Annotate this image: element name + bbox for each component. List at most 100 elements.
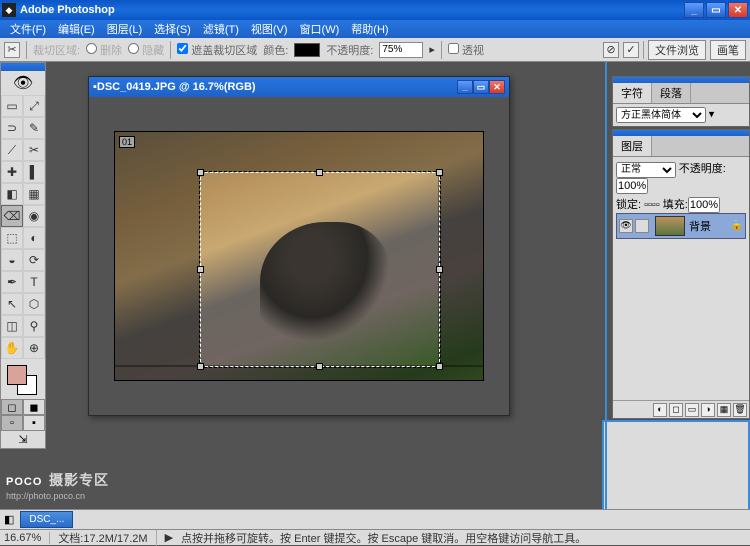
opacity-input[interactable] [379, 42, 423, 58]
tool-4[interactable]: ⟋ [1, 139, 23, 161]
crop-handle-ml[interactable] [197, 266, 204, 273]
document-bar: ◧ DSC_... [0, 509, 750, 529]
tool-2[interactable]: ⊃ [1, 117, 23, 139]
adjustment-icon[interactable]: ◑ [701, 403, 715, 417]
tool-16[interactable]: ✒ [1, 271, 23, 293]
app-title: Adobe Photoshop [20, 4, 684, 16]
menu-file[interactable]: 文件(F) [4, 21, 52, 37]
layer-mask-icon[interactable]: ◻ [669, 403, 683, 417]
cancel-icon[interactable]: ⊘ [603, 42, 619, 58]
minimize-button[interactable]: _ [684, 2, 704, 18]
app-titlebar: ◆ Adobe Photoshop _ ▭ ✕ [0, 0, 750, 20]
image-titlebar[interactable]: ▪ DSC_0419.JPG @ 16.7%(RGB) _ ▭ ✕ [89, 77, 509, 97]
adobe-eye-icon: 👁 [13, 73, 33, 93]
delete-layer-icon[interactable]: 🗑 [733, 403, 747, 417]
crop-shield [115, 132, 483, 172]
tool-6[interactable]: ✚ [1, 161, 23, 183]
tool-13[interactable]: ◐ [23, 227, 45, 249]
tool-9[interactable]: ▦ [23, 183, 45, 205]
img-close-button[interactable]: ✕ [489, 80, 505, 94]
color-swatches[interactable] [1, 359, 45, 399]
fill-input[interactable] [688, 197, 720, 213]
tool-12[interactable]: ⬚ [1, 227, 23, 249]
canvas-area[interactable]: 01 [89, 97, 509, 415]
screen-mode-2[interactable]: ▪ [23, 415, 45, 431]
close-button[interactable]: ✕ [728, 2, 748, 18]
img-minimize-button[interactable]: _ [457, 80, 473, 94]
tool-3[interactable]: ✎ [23, 117, 45, 139]
maximize-button[interactable]: ▭ [706, 2, 726, 18]
tool-17[interactable]: T [23, 271, 45, 293]
crop-handle-tl[interactable] [197, 169, 204, 176]
menu-layer[interactable]: 图层(L) [101, 21, 148, 37]
status-arrow-icon[interactable]: ▶ [165, 531, 173, 544]
tool-21[interactable]: ⚲ [23, 315, 45, 337]
crop-handle-tr[interactable] [436, 169, 443, 176]
tool-8[interactable]: ◧ [1, 183, 23, 205]
delete-radio[interactable] [86, 43, 97, 54]
panels-dock: 字符 段落 方正黑体简体 ▾ 图层 正常 不透明度: 锁定: ▫▫▫▫ 填充: … [612, 76, 750, 421]
font-style-dropdown[interactable]: ▾ [709, 109, 715, 121]
layer-style-icon[interactable]: ◐ [653, 403, 667, 417]
tool-19[interactable]: ⬡ [23, 293, 45, 315]
menu-bar: 文件(F) 编辑(E) 图层(L) 选择(S) 滤镜(T) 视图(V) 窗口(W… [0, 20, 750, 38]
new-set-icon[interactable]: ▭ [685, 403, 699, 417]
shield-checkbox[interactable] [177, 43, 188, 54]
opacity-dropdown-icon[interactable]: ▸ [429, 43, 435, 56]
tool-0[interactable]: ▭ [1, 95, 23, 117]
tool-15[interactable]: ⟳ [23, 249, 45, 271]
tool-20[interactable]: ◫ [1, 315, 23, 337]
window-controls: _ ▭ ✕ [684, 2, 748, 18]
layer-thumbnail[interactable] [655, 216, 685, 236]
foreground-color[interactable] [7, 365, 27, 385]
font-select[interactable]: 方正黑体简体 [616, 107, 706, 123]
tool-14[interactable]: ◒ [1, 249, 23, 271]
menu-edit[interactable]: 编辑(E) [52, 21, 101, 37]
tool-23[interactable]: ⊕ [23, 337, 45, 359]
menu-select[interactable]: 选择(S) [148, 21, 197, 37]
perspective-checkbox[interactable] [448, 43, 459, 54]
crop-handle-tm[interactable] [316, 169, 323, 176]
tool-10[interactable]: ⌫ [1, 205, 23, 227]
tool-11[interactable]: ◉ [23, 205, 45, 227]
brush-tab[interactable]: 画笔 [710, 40, 746, 60]
crop-marquee[interactable] [200, 172, 440, 367]
hide-radio[interactable] [128, 43, 139, 54]
layer-row-background[interactable]: 👁 背景 🔒 [616, 213, 746, 239]
blend-mode-select[interactable]: 正常 [616, 162, 676, 178]
quickmask-mode[interactable]: ◼ [23, 399, 45, 415]
crop-handle-bl[interactable] [197, 363, 204, 370]
crop-tool-icon: ✂ [4, 42, 20, 58]
tool-7[interactable]: ▌ [23, 161, 45, 183]
visibility-icon[interactable]: 👁 [619, 219, 633, 233]
crop-handle-mr[interactable] [436, 266, 443, 273]
img-maximize-button[interactable]: ▭ [473, 80, 489, 94]
menu-filter[interactable]: 滤镜(T) [197, 21, 245, 37]
menu-view[interactable]: 视图(V) [245, 21, 294, 37]
zoom-level[interactable]: 16.67% [4, 532, 50, 544]
standard-mode[interactable]: ◻ [1, 399, 23, 415]
layer-opacity-input[interactable] [616, 178, 648, 194]
document-tab[interactable]: DSC_... [20, 511, 73, 528]
tool-5[interactable]: ✂ [23, 139, 45, 161]
tool-22[interactable]: ✋ [1, 337, 23, 359]
tool-1[interactable]: ⤢ [23, 95, 45, 117]
doc-handle-icon[interactable]: ◧ [0, 513, 18, 526]
menu-help[interactable]: 帮助(H) [345, 21, 394, 37]
jump-to-icon[interactable]: ⇲ [1, 431, 45, 448]
char-tab[interactable]: 字符 [613, 83, 652, 103]
image-title: DSC_0419.JPG @ 16.7%(RGB) [97, 81, 457, 93]
tool-18[interactable]: ↖ [1, 293, 23, 315]
link-icon[interactable] [635, 219, 649, 233]
photo-content: 01 [114, 131, 484, 381]
screen-mode-1[interactable]: ▫ [1, 415, 23, 431]
para-tab[interactable]: 段落 [652, 83, 691, 103]
shield-color-swatch[interactable] [294, 43, 320, 57]
layers-tab[interactable]: 图层 [613, 136, 652, 156]
commit-icon[interactable]: ✓ [623, 42, 639, 58]
crop-handle-br[interactable] [436, 363, 443, 370]
file-browser-tab[interactable]: 文件浏览 [648, 40, 706, 60]
crop-handle-bm[interactable] [316, 363, 323, 370]
new-layer-icon[interactable]: ▦ [717, 403, 731, 417]
menu-window[interactable]: 窗口(W) [294, 21, 346, 37]
